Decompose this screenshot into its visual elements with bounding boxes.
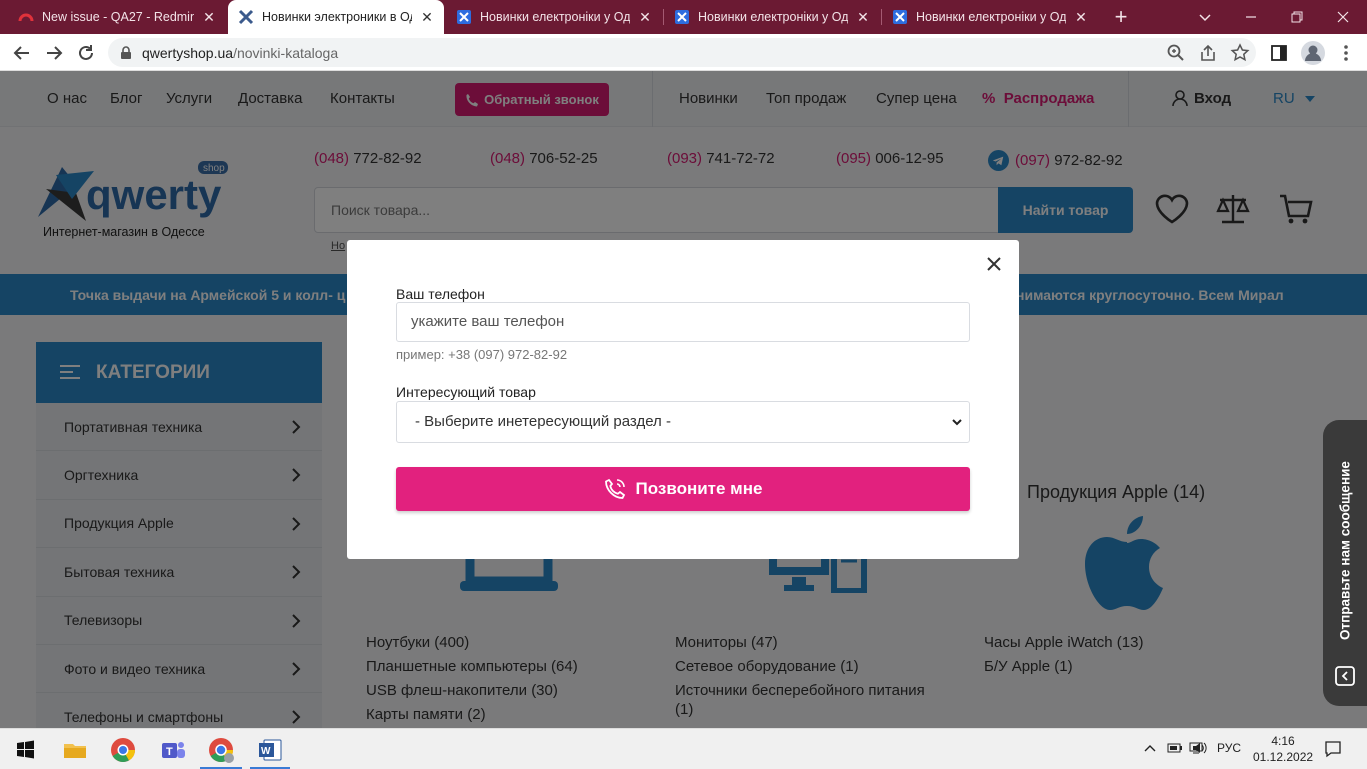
chrome-icon[interactable] <box>108 735 138 765</box>
word-icon[interactable]: W <box>255 735 285 765</box>
teams-icon[interactable]: T <box>158 735 188 765</box>
product-select[interactable]: - Выберите инетересующий раздел - <box>396 401 970 443</box>
address-bar-row: qwertyshop.ua/novinki-kataloga <box>0 34 1367 71</box>
close-tab-icon[interactable]: ✕ <box>420 9 434 26</box>
windows-start-icon[interactable] <box>10 735 40 765</box>
zoom-icon[interactable] <box>1166 43 1186 63</box>
windows-taskbar: T W РУС 4:16 01.12.2022 <box>0 728 1367 769</box>
tab-title: Новинки електроніки у Одесі <box>916 10 1066 24</box>
phone-field-label: Ваш телефон <box>396 286 485 302</box>
svg-text:W: W <box>261 746 271 757</box>
back-icon[interactable] <box>11 42 33 64</box>
input-language[interactable]: РУС <box>1217 741 1241 755</box>
tab-qwerty[interactable]: Новинки електроніки у Одесі ✕ <box>882 0 1098 34</box>
lock-icon[interactable] <box>120 45 132 60</box>
reload-icon[interactable] <box>75 42 97 64</box>
close-tab-icon[interactable]: ✕ <box>202 9 216 26</box>
file-explorer-icon[interactable] <box>60 735 90 765</box>
url-path: /novinki-kataloga <box>233 44 339 61</box>
clock-date: 01.12.2022 <box>1253 750 1314 764</box>
tab-title: New issue - QA27 - Redmine <box>42 10 194 24</box>
system-clock[interactable]: 4:16 01.12.2022 <box>1253 733 1313 765</box>
close-tab-icon[interactable]: ✕ <box>638 9 652 26</box>
phone-field[interactable]: укажите ваш телефон <box>396 302 970 342</box>
bookmark-star-icon[interactable] <box>1230 43 1250 63</box>
menu-kebab-icon[interactable] <box>1336 43 1356 63</box>
call-me-label: Позвоните мне <box>635 479 763 498</box>
qwerty-favicon <box>238 9 254 25</box>
qwerty-favicon <box>892 9 908 25</box>
battery-icon[interactable] <box>1167 741 1183 755</box>
tab-title: Новинки електроніки у Одесі <box>480 10 630 24</box>
product-field-label: Интересующий товар <box>396 384 536 400</box>
close-tab-icon[interactable]: ✕ <box>1074 9 1088 26</box>
tab-title: Новинки электроники в Одессе <box>262 10 412 24</box>
tab-title: Новинки електроніки у Одесі <box>698 10 848 24</box>
phone-field-placeholder: укажите ваш телефон <box>411 313 565 330</box>
browser-tab-strip: New issue - QA27 - Redmine ✕ Новинки эле… <box>0 0 1367 34</box>
restore-icon[interactable] <box>1274 0 1320 34</box>
side-panel-icon[interactable] <box>1269 43 1289 63</box>
product-select-value: - Выберите инетересующий раздел - <box>415 413 671 430</box>
chat-icon <box>1334 665 1356 687</box>
forward-icon[interactable] <box>43 42 65 64</box>
url-domain: qwertyshop.ua <box>142 44 234 61</box>
chat-widget-tab[interactable]: Отправьте нам сообщение <box>1323 420 1367 706</box>
tab-qwerty[interactable]: Новинки електроніки у Одесі ✕ <box>446 0 662 34</box>
tab-qwerty[interactable]: Новинки електроніки у Одесі ✕ <box>664 0 880 34</box>
show-hidden-icons-icon[interactable] <box>1143 741 1157 755</box>
phone-call-icon <box>604 478 626 500</box>
volume-icon[interactable] <box>1192 741 1208 755</box>
phone-field-hint: пример: +38 (097) 972-82-92 <box>396 347 568 362</box>
call-me-button[interactable]: Позвоните мне <box>396 467 970 511</box>
chevron-down-icon <box>951 416 963 428</box>
chrome-profile-icon[interactable] <box>206 735 236 765</box>
notifications-icon[interactable] <box>1324 740 1342 758</box>
new-tab-button[interactable]: + <box>1109 4 1133 30</box>
svg-text:T: T <box>166 746 173 758</box>
url-field[interactable]: qwertyshop.ua/novinki-kataloga <box>108 38 1256 67</box>
tab-redmine[interactable]: New issue - QA27 - Redmine ✕ <box>8 0 226 34</box>
minimize-icon[interactable] <box>1228 0 1274 34</box>
callback-modal: Ваш телефон укажите ваш телефон пример: … <box>347 240 1019 559</box>
web-page: О нас Блог Услуги Доставка Контакты Обра… <box>0 71 1367 728</box>
close-icon[interactable] <box>984 254 1004 274</box>
share-icon[interactable] <box>1198 43 1218 63</box>
qwerty-favicon <box>674 9 690 25</box>
tab-search-icon[interactable] <box>1182 0 1228 34</box>
redmine-icon <box>18 9 34 25</box>
profile-avatar-icon[interactable] <box>1300 40 1326 66</box>
chat-widget-label: Отправьте нам сообщение <box>1337 461 1353 641</box>
close-tab-icon[interactable]: ✕ <box>856 9 870 26</box>
close-window-icon[interactable] <box>1320 0 1366 34</box>
clock-time: 4:16 <box>1271 734 1295 748</box>
tab-qwerty-active[interactable]: Новинки электроники в Одессе ✕ <box>228 0 444 34</box>
qwerty-favicon <box>456 9 472 25</box>
